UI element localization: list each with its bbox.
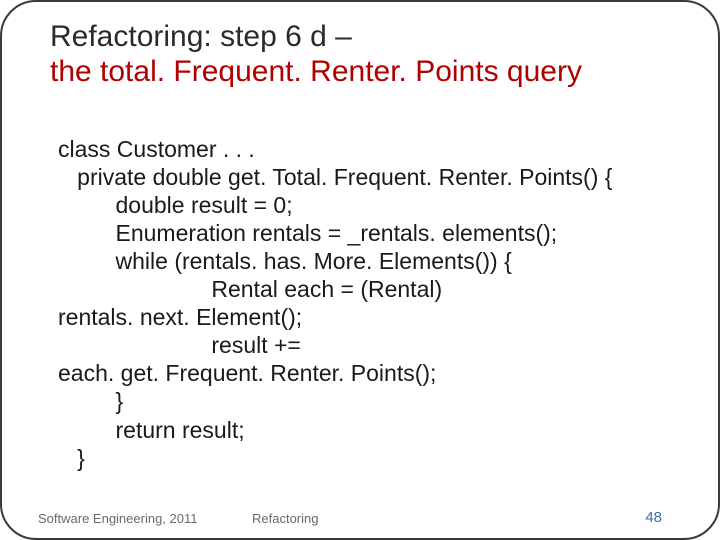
- footer-mid: Refactoring: [252, 511, 318, 526]
- code-line: }: [58, 445, 85, 471]
- page-number: 48: [645, 509, 662, 526]
- slide-frame: Refactoring: step 6 d – the total. Frequ…: [0, 0, 720, 540]
- code-line: rentals. next. Element();: [58, 304, 302, 330]
- code-line: }: [58, 388, 123, 414]
- code-line: result +=: [58, 332, 301, 358]
- code-line: Rental each = (Rental): [58, 276, 442, 302]
- code-line: class Customer . . .: [58, 136, 255, 162]
- code-line: double result = 0;: [58, 192, 293, 218]
- slide-footer: Software Engineering, 2011 Refactoring 4…: [2, 509, 718, 526]
- slide-title: Refactoring: step 6 d – the total. Frequ…: [50, 20, 690, 89]
- code-line: return result;: [58, 417, 245, 443]
- code-line: while (rentals. has. More. Elements()) {: [58, 248, 512, 274]
- code-block: class Customer . . . private double get.…: [58, 107, 690, 472]
- title-line-2: the total. Frequent. Renter. Points quer…: [50, 55, 582, 88]
- code-line: each. get. Frequent. Renter. Points();: [58, 360, 436, 386]
- title-line-1: Refactoring: step 6 d –: [50, 20, 352, 53]
- code-line: Enumeration rentals = _rentals. elements…: [58, 220, 557, 246]
- code-line: private double get. Total. Frequent. Ren…: [58, 164, 612, 190]
- footer-left: Software Engineering, 2011: [38, 511, 197, 526]
